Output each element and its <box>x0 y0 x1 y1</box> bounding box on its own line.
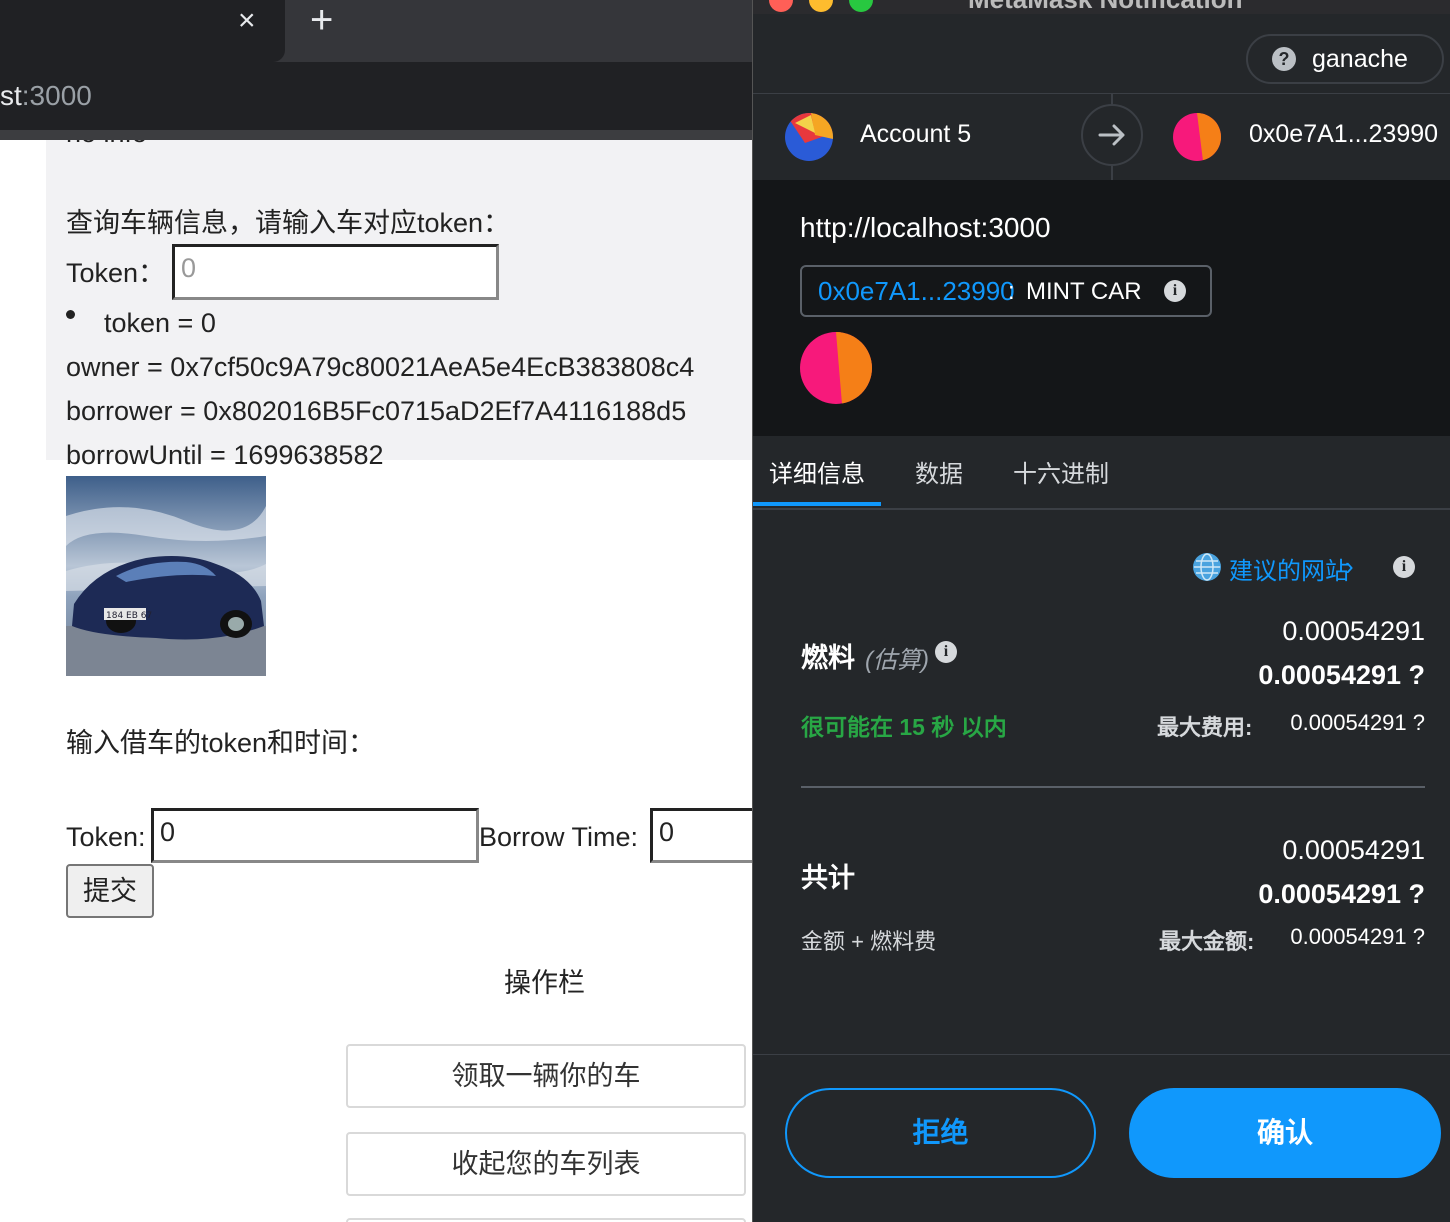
fee-divider <box>801 786 1425 788</box>
gas-estimate-label: (估算) <box>865 647 929 674</box>
close-tab-icon[interactable]: × <box>238 4 256 38</box>
max-fee-value: 0.00054291 ? <box>1290 710 1425 735</box>
submit-button[interactable]: 提交 <box>66 864 154 918</box>
max-amount-label: 最大金额: <box>1159 929 1255 954</box>
total-value-bold: 0.00054291 ? <box>1258 879 1425 909</box>
tab-hex[interactable]: 十六进制 <box>1013 454 1109 489</box>
origin-section: http://localhost:3000 0x0e7A1...23990 : … <box>753 180 1450 436</box>
globe-icon <box>1193 553 1221 581</box>
network-name: ganache <box>1312 45 1408 73</box>
minimize-window-icon[interactable] <box>809 0 833 12</box>
token-label: Token： <box>66 258 166 288</box>
sender-recipient-row: Account 5 0x0e7A1...23990 <box>753 93 1450 181</box>
borrower-line: borrower = 0x802016B5Fc0715aD2Ef7A411618… <box>66 396 687 426</box>
tab-details[interactable]: 详细信息 <box>769 454 865 489</box>
borrow-until-line: borrowUntil = 1699638582 <box>66 440 384 470</box>
to-address[interactable]: 0x0e7A1...23990 <box>1249 120 1438 149</box>
ops-title: 操作栏 <box>504 968 585 998</box>
close-window-icon[interactable] <box>769 0 793 12</box>
network-selector[interactable]: ? ganache <box>1246 34 1444 84</box>
gas-label: 燃料 <box>801 643 855 673</box>
car-plate: 184 EB 67 <box>106 611 152 621</box>
network-question-icon: ? <box>1272 47 1296 71</box>
address-bar[interactable] <box>0 62 760 130</box>
list-bullet <box>66 310 75 319</box>
new-tab-icon[interactable]: + <box>310 0 333 40</box>
detail-tabs: 详细信息 数据 十六进制 <box>753 436 1450 510</box>
borrow-token-input[interactable]: 0 <box>151 808 479 863</box>
window-titlebar: MetaMask Notification <box>753 0 1450 14</box>
borrow-title: 输入借车的token和时间： <box>66 728 376 758</box>
maximize-window-icon[interactable] <box>849 0 873 12</box>
toolbar-divider <box>0 130 760 140</box>
token-input[interactable]: 0 <box>172 244 499 300</box>
max-amount-value: 0.00054291 ? <box>1290 924 1425 949</box>
url-host: st <box>0 80 22 111</box>
metamask-window: MetaMask Notification ? ganache Account … <box>752 0 1450 1222</box>
max-fee-label: 最大费用: <box>1157 715 1253 740</box>
active-tab-indicator <box>753 502 881 506</box>
info-icon[interactable]: i <box>1164 280 1186 302</box>
contract-avatar-icon <box>800 332 872 404</box>
amount-plus-gas-label: 金额 + 燃料费 <box>801 929 937 954</box>
car-image: 184 EB 67 <box>66 476 266 676</box>
window-title: MetaMask Notification <box>968 0 1243 15</box>
arrow-right-icon <box>1081 104 1143 166</box>
suggested-site-link[interactable]: 建议的网站 <box>1229 551 1349 586</box>
query-title: 查询车辆信息，请输入车对应token： <box>66 208 511 238</box>
account-avatar-icon <box>785 113 833 161</box>
action-footer: 拒绝 确认 <box>753 1054 1450 1222</box>
gas-value: 0.00054291 <box>1282 616 1425 646</box>
browser-tab-strip: × + <box>0 0 760 62</box>
from-account-name: Account 5 <box>860 120 972 148</box>
owner-line: owner = 0x7cf50c9A79c80021AeA5e4EcB38380… <box>66 352 695 382</box>
recipient-avatar-icon <box>1173 113 1221 161</box>
total-value: 0.00054291 <box>1282 835 1425 865</box>
confirm-button[interactable]: 确认 <box>1129 1088 1441 1178</box>
method-separator: : <box>1008 278 1015 305</box>
gas-value-bold: 0.00054291 ? <box>1258 660 1425 690</box>
reject-button[interactable]: 拒绝 <box>785 1088 1096 1178</box>
no-info-text: no info <box>66 140 147 149</box>
contract-method-box: 0x0e7A1...23990 : MINT CAR i <box>800 265 1212 317</box>
url-text[interactable]: st:3000 <box>0 79 92 113</box>
borrow-token-label: Token: <box>66 822 146 852</box>
borrow-time-label: Borrow Time: <box>479 822 639 852</box>
url-port: :3000 <box>21 80 92 111</box>
browser-tab[interactable]: × <box>0 0 285 62</box>
info-icon[interactable]: i <box>935 641 957 663</box>
token-line: token = 0 <box>104 308 216 338</box>
contract-address-link[interactable]: 0x0e7A1...23990 <box>818 276 1015 307</box>
borrow-time-input[interactable]: 0 <box>650 808 760 863</box>
collapse-car-list-button[interactable]: 收起您的车列表 <box>346 1132 746 1196</box>
claim-car-button[interactable]: 领取一辆你的车 <box>346 1044 746 1108</box>
info-icon[interactable]: i <box>1393 556 1415 578</box>
origin-url: http://localhost:3000 <box>800 212 1051 243</box>
next-op-button[interactable] <box>346 1218 746 1222</box>
chevron-right-icon[interactable]: › <box>1345 551 1354 582</box>
web-page: no info 查询车辆信息，请输入车对应token： Token： 0 tok… <box>0 140 760 1222</box>
method-name: MINT CAR <box>1026 278 1142 305</box>
gas-time-estimate: 很可能在 15 秒 以内 <box>801 714 1007 740</box>
total-label: 共计 <box>801 863 855 893</box>
tab-data[interactable]: 数据 <box>915 454 963 489</box>
